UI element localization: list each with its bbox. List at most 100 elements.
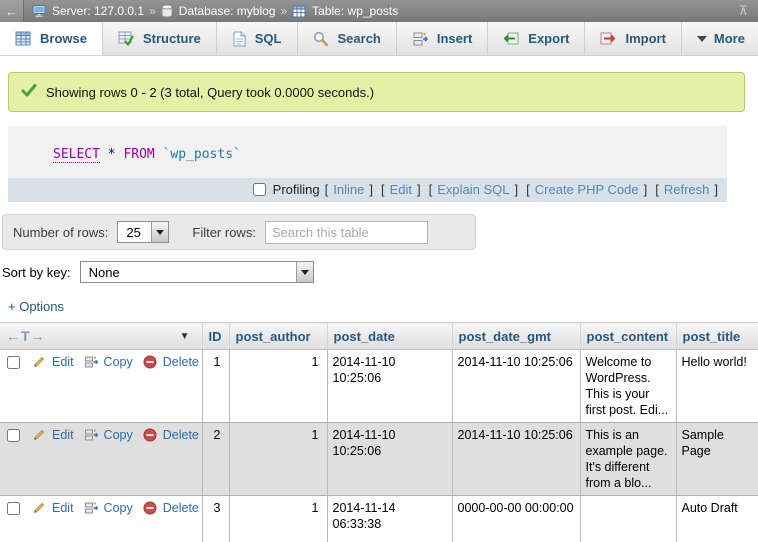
tab-search-label: Search — [338, 31, 381, 46]
row-delete-link[interactable]: Delete — [163, 354, 199, 370]
cell-post-date-gmt[interactable]: 2014-11-10 10:25:06 — [452, 350, 580, 423]
cell-post-content[interactable]: Welcome to WordPress. This is your first… — [580, 350, 676, 423]
options-toggle-link[interactable]: + Options — [8, 299, 64, 314]
sql-toolbar: Profiling [ Inline ] [ Edit ] [ Explain … — [8, 178, 727, 202]
inline-link[interactable]: Inline — [333, 182, 364, 197]
chevron-down-icon — [301, 270, 309, 275]
import-icon — [600, 31, 616, 46]
bracket: [ — [325, 182, 329, 197]
row-copy-link[interactable]: Copy — [104, 500, 133, 516]
edit-query-link[interactable]: Edit — [390, 182, 412, 197]
cell-id[interactable]: 1 — [202, 350, 229, 423]
sql-identifier: `wp_posts` — [163, 147, 241, 162]
refresh-link[interactable]: Refresh — [664, 182, 710, 197]
explain-sql-link[interactable]: Explain SQL — [437, 182, 509, 197]
cell-post-title[interactable]: Sample Page — [676, 423, 758, 496]
row-delete-link[interactable]: Delete — [163, 427, 199, 443]
row-delete-link[interactable]: Delete — [163, 500, 199, 516]
cell-post-date-gmt[interactable]: 2014-11-10 10:25:06 — [452, 423, 580, 496]
row-edit-link[interactable]: Edit — [52, 427, 74, 443]
breadcrumb-server[interactable]: Server: 127.0.0.1 — [32, 4, 144, 18]
cell-post-content[interactable]: This is an example page. It's different … — [580, 423, 676, 496]
success-check-icon — [21, 83, 37, 101]
number-of-rows-select[interactable]: 25 — [117, 221, 169, 243]
breadcrumb-database[interactable]: Database: myblog — [161, 4, 276, 18]
sql-star: * — [108, 147, 116, 162]
sort-by-key-value: None — [81, 262, 296, 282]
row-checkbox[interactable] — [7, 429, 20, 442]
sort-by-key-row: Sort by key: None — [2, 261, 758, 283]
tab-sql-label: SQL — [255, 31, 282, 46]
breadcrumb-table[interactable]: Table: wp_posts — [292, 4, 398, 18]
profiling-checkbox[interactable] — [253, 183, 266, 196]
tab-bar: Browse Structure SQL Search Insert Expor… — [0, 22, 758, 56]
cell-post-author[interactable]: 1 — [229, 423, 327, 496]
delete-icon — [143, 428, 157, 442]
column-header-post-content[interactable]: post_content — [580, 323, 676, 350]
cell-post-content[interactable] — [580, 496, 676, 542]
sql-query-text[interactable]: SELECT * FROM `wp_posts` — [8, 126, 727, 178]
cell-id[interactable]: 2 — [202, 423, 229, 496]
edit-pencil-icon — [32, 428, 46, 442]
row-copy-link[interactable]: Copy — [104, 427, 133, 443]
search-icon — [313, 31, 329, 47]
create-php-code-link[interactable]: Create PHP Code — [535, 182, 639, 197]
column-header-post-title[interactable]: post_title — [676, 323, 758, 350]
cell-post-date-gmt[interactable]: 0000-00-00 00:00:00 — [452, 496, 580, 542]
delete-icon — [143, 355, 157, 369]
row-copy-link[interactable]: Copy — [104, 354, 133, 370]
cell-post-author[interactable]: 1 — [229, 496, 327, 542]
tab-more-label: More — [714, 31, 745, 46]
sql-keyword-from: FROM — [123, 147, 154, 162]
cell-post-date[interactable]: 2014-11-10 10:25:06 — [327, 423, 452, 496]
sort-by-key-select[interactable]: None — [80, 261, 314, 283]
row-edit-link[interactable]: Edit — [52, 500, 74, 516]
bracket: [ — [381, 182, 385, 197]
column-nav-control[interactable]: ←T→ — [6, 328, 46, 344]
tab-structure[interactable]: Structure — [103, 22, 217, 55]
tab-import[interactable]: Import — [585, 22, 681, 55]
cell-post-author[interactable]: 1 — [229, 350, 327, 423]
row-edit-link[interactable]: Edit — [52, 354, 74, 370]
edit-pencil-icon — [32, 355, 46, 369]
tab-browse[interactable]: Browse — [0, 22, 103, 55]
table-row: Edit Copy Delete 2 1 2014-11-10 10:25:06… — [0, 423, 758, 496]
tab-search[interactable]: Search — [298, 22, 397, 55]
cell-post-title[interactable]: Hello world! — [676, 350, 758, 423]
status-message: Showing rows 0 - 2 (3 total, Query took … — [8, 72, 745, 112]
sort-by-key-label: Sort by key: — [2, 265, 71, 280]
column-header-post-date[interactable]: post_date — [327, 323, 452, 350]
tab-insert[interactable]: Insert — [397, 22, 488, 55]
bracket: ] — [644, 182, 648, 197]
tab-structure-label: Structure — [143, 31, 201, 46]
sql-keyword-select: SELECT — [53, 147, 100, 163]
filter-rows-label: Filter rows: — [192, 225, 256, 240]
structure-icon — [118, 31, 134, 46]
cell-post-date[interactable]: 2014-11-14 06:33:38 — [327, 496, 452, 542]
status-message-text: Showing rows 0 - 2 (3 total, Query took … — [46, 85, 374, 100]
cell-id[interactable]: 3 — [202, 496, 229, 542]
sort-all-icon[interactable]: ▼ — [180, 331, 190, 342]
copy-row-icon — [84, 355, 98, 369]
breadcrumb-table-label: Table: wp_posts — [312, 4, 398, 18]
breadcrumb: Server: 127.0.0.1 » Database: myblog » T… — [32, 4, 398, 18]
nav-panel-collapse-button[interactable]: ← — [0, 0, 24, 22]
filter-rows-input[interactable] — [265, 221, 428, 244]
row-checkbox[interactable] — [7, 502, 20, 515]
chevron-down-icon — [697, 36, 707, 42]
tab-sql[interactable]: SQL — [217, 22, 298, 55]
table-header-row: ←T→ ▼ ID post_author post_date post_date… — [0, 323, 758, 350]
cell-post-title[interactable]: Auto Draft — [676, 496, 758, 542]
browse-icon — [15, 31, 31, 46]
row-checkbox[interactable] — [7, 356, 20, 369]
edit-pencil-icon — [32, 501, 46, 515]
delete-icon — [143, 501, 157, 515]
column-header-post-author[interactable]: post_author — [229, 323, 327, 350]
column-header-id[interactable]: ID — [202, 323, 229, 350]
bracket: [ — [655, 182, 659, 197]
cell-post-date[interactable]: 2014-11-10 10:25:06 — [327, 350, 452, 423]
tab-more[interactable]: More — [682, 22, 758, 55]
column-header-post-date-gmt[interactable]: post_date_gmt — [452, 323, 580, 350]
tab-export[interactable]: Export — [488, 22, 585, 55]
collapse-top-button[interactable]: ⊼ — [738, 0, 748, 22]
